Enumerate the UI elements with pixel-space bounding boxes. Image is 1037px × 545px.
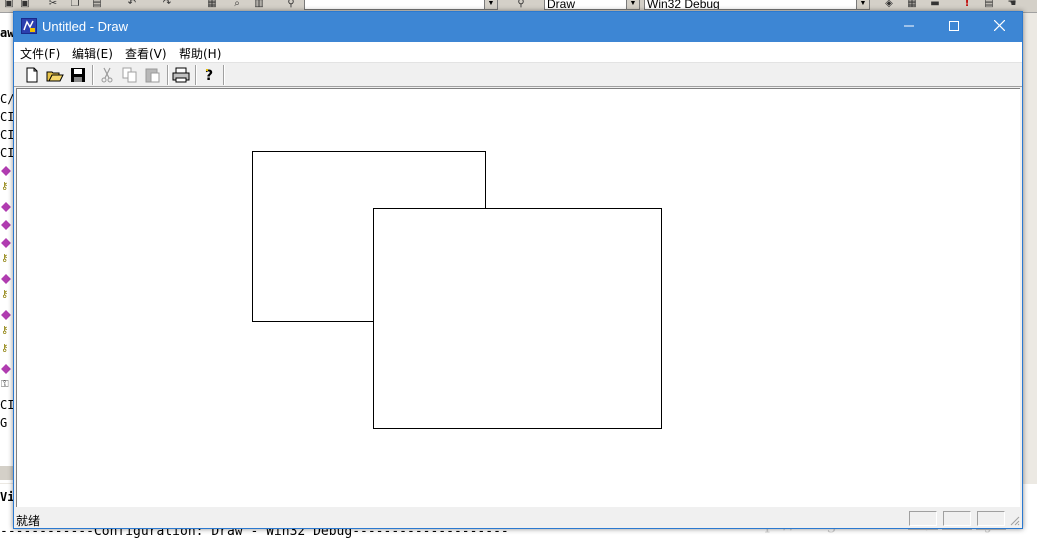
paste-icon — [145, 68, 160, 83]
toolbar-separator — [223, 65, 224, 85]
maximize-icon — [949, 21, 959, 31]
cut-button[interactable] — [97, 66, 117, 84]
scissors-icon[interactable]: ✂ — [46, 0, 60, 10]
printer-icon — [172, 67, 190, 83]
find-icon[interactable]: ⌕ — [230, 0, 244, 10]
menu-edit[interactable]: 编辑(E) — [72, 45, 113, 62]
execute-icon[interactable]: ! — [960, 0, 974, 10]
ide-class-combo[interactable]: ▼ — [304, 0, 498, 10]
new-button[interactable] — [22, 66, 42, 84]
method-icon — [1, 166, 11, 176]
method-icon — [1, 310, 11, 320]
menu-help[interactable]: 帮助(H) — [179, 45, 221, 62]
draw-window: Untitled - Draw 文件(F) 编辑(E) 查看(V) 帮助(H) — [13, 11, 1023, 529]
breakpoint-hand-icon[interactable]: ☚ — [1005, 0, 1019, 10]
protected-method-icon: ⚷ — [1, 253, 9, 264]
protected-method-icon: ⚷ — [1, 181, 9, 192]
undo-icon[interactable]: ↶ — [125, 0, 139, 10]
stop-build-icon[interactable]: ▬ — [928, 0, 942, 10]
status-pane — [977, 511, 1005, 526]
save-button[interactable] — [68, 66, 88, 84]
lock-icon: ⚿ — [1, 379, 9, 390]
menu-bar: 文件(F) 编辑(E) 查看(V) 帮助(H) — [14, 42, 1022, 62]
scissors-icon — [101, 67, 113, 83]
ide-project-combo[interactable]: Draw ▼ — [544, 0, 640, 10]
status-pane — [909, 511, 937, 526]
method-icon — [1, 364, 11, 374]
status-bar: 就绪 — [14, 508, 1022, 528]
chevron-down-icon[interactable]: ▼ — [484, 0, 497, 9]
toolbar-separator — [92, 65, 93, 85]
menu-view[interactable]: 查看(V) — [125, 45, 167, 62]
status-pane — [943, 511, 971, 526]
print-button[interactable] — [171, 66, 191, 84]
ide-tree-label: CI — [0, 398, 14, 412]
ide-tree-label: G — [0, 416, 8, 430]
ide-tree-label: aw — [0, 26, 14, 40]
workspace-icon[interactable]: ▦ — [205, 0, 219, 10]
save-all-icon[interactable]: ▣ — [18, 0, 32, 10]
find-in-files-icon[interactable]: ▥ — [252, 0, 266, 10]
title-bar[interactable]: Untitled - Draw — [14, 12, 1022, 42]
minimize-button[interactable] — [886, 12, 932, 42]
method-icon — [1, 274, 11, 284]
ide-project-combo-value: Draw — [547, 0, 576, 10]
draw-app-icon[interactable] — [21, 18, 37, 34]
ide-config-combo-value: Win32 Debug — [647, 0, 720, 10]
help-question-icon: ? — [205, 68, 213, 84]
close-button[interactable] — [976, 12, 1022, 42]
paste-button[interactable] — [143, 66, 163, 84]
ide-tree-label: CI — [0, 128, 14, 142]
window-title: Untitled - Draw — [42, 19, 128, 34]
save-disk-icon — [71, 68, 85, 82]
binoculars-icon[interactable]: ⚲ — [514, 0, 528, 10]
new-file-icon — [26, 67, 38, 83]
ide-tree-label: CI — [0, 110, 14, 124]
close-icon — [993, 19, 1005, 32]
method-icon — [1, 238, 11, 248]
minimize-icon — [904, 25, 914, 27]
ide-workspace-pane: aw C/ CI CI CI ⚷ ⚷ ⚷ ⚷ ⚷ ⚿ CI G — [0, 13, 14, 483]
about-button[interactable]: ? — [199, 66, 219, 84]
ide-tree-label: CI — [0, 146, 14, 160]
maximize-button[interactable] — [931, 12, 977, 42]
size-grip-icon[interactable] — [1008, 514, 1020, 526]
open-folder-icon — [46, 71, 64, 82]
open-button[interactable] — [45, 66, 65, 84]
toolbar-separator — [195, 65, 196, 85]
ide-scrollbar[interactable] — [0, 466, 14, 480]
drawn-rectangle — [373, 208, 662, 429]
protected-method-icon: ⚷ — [1, 289, 9, 300]
ide-config-combo[interactable]: Win32 Debug ▼ — [644, 0, 870, 10]
chevron-down-icon[interactable]: ▼ — [626, 0, 639, 9]
ide-tree-label: C/ — [0, 92, 14, 106]
protected-method-icon: ⚷ — [1, 343, 9, 354]
protected-method-icon: ⚷ — [1, 325, 9, 336]
paste-icon[interactable]: ▤ — [90, 0, 104, 10]
drawing-canvas[interactable] — [16, 88, 1020, 507]
redo-icon[interactable]: ↷ — [160, 0, 174, 10]
save-icon[interactable]: ▣ — [2, 0, 16, 10]
copy-icon[interactable]: ❐ — [68, 0, 82, 10]
copy-button[interactable] — [120, 66, 140, 84]
menu-file[interactable]: 文件(F) — [20, 45, 60, 62]
copy-icon — [122, 67, 137, 83]
method-icon — [1, 220, 11, 230]
toolbar-separator — [167, 65, 168, 85]
binoculars-icon[interactable]: ⚲ — [284, 0, 298, 10]
go-icon[interactable]: ▤ — [982, 0, 996, 10]
chevron-down-icon[interactable]: ▼ — [856, 0, 869, 9]
build-icon[interactable]: ▦ — [905, 0, 919, 10]
status-text: 就绪 — [16, 514, 41, 528]
compile-icon[interactable]: ◈ — [882, 0, 896, 10]
toolbar: ? — [14, 62, 1022, 87]
method-icon — [1, 202, 11, 212]
